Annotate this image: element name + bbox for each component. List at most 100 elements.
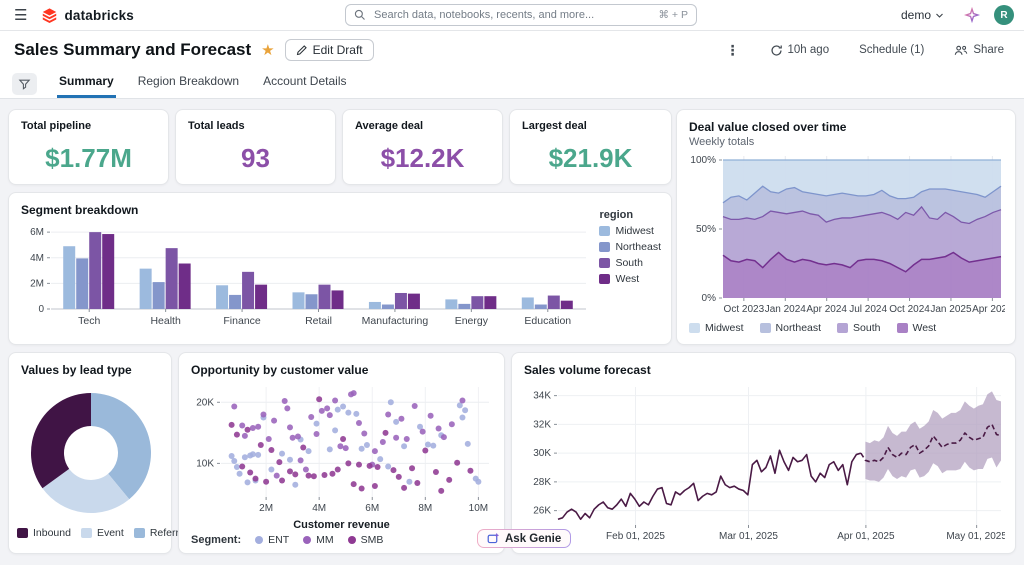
tab-summary[interactable]: Summary <box>57 69 116 98</box>
ask-genie-label: Ask Genie <box>505 533 561 545</box>
chart-subtitle: Weekly totals <box>677 134 1015 148</box>
svg-text:Apr 2024: Apr 2024 <box>806 304 847 315</box>
more-options-button[interactable]: ⋮ <box>720 41 746 60</box>
svg-text:Health: Health <box>150 315 181 327</box>
kpi-value: $1.77M <box>9 143 168 174</box>
workspace-name: demo <box>901 8 931 22</box>
deal-value-area-chart: 0% 50% 100% Oct 2023Jan 2024Apr 2024Jul 202… <box>689 152 1005 320</box>
svg-text:Apr 2025: Apr 2025 <box>972 304 1005 315</box>
chart-title: Values by lead type <box>9 353 171 377</box>
svg-text:Jul 2024: Jul 2024 <box>849 304 887 315</box>
lead-type-donut-chart <box>21 379 161 525</box>
lead-type-card: Values by lead type InboundEventReferral <box>8 352 172 554</box>
kpi-label: Average deal <box>343 110 502 132</box>
svg-text:Energy: Energy <box>455 315 489 327</box>
svg-text:Manufacturing: Manufacturing <box>362 315 429 327</box>
svg-text:Mar 01, 2025: Mar 01, 2025 <box>719 531 778 542</box>
kpi-label: Total pipeline <box>9 110 168 132</box>
chevron-down-icon <box>935 11 944 20</box>
workspace-selector[interactable]: demo <box>895 7 950 23</box>
legend-item-south: South <box>837 322 880 334</box>
legend-item-northeast: Northeast <box>760 322 822 334</box>
legend-item-west: West <box>599 273 661 285</box>
scatter-x-axis-label: Customer revenue <box>179 519 504 531</box>
ask-genie-button[interactable]: Ask Genie <box>477 529 571 548</box>
filter-funnel-icon <box>18 78 31 91</box>
svg-text:6M: 6M <box>365 503 379 514</box>
dashboard-titlebar: Sales Summary and Forecast ★ Edit Draft … <box>0 31 1024 69</box>
edit-draft-label: Edit Draft <box>313 43 363 57</box>
svg-text:20K: 20K <box>196 397 214 408</box>
legend-item-event: Event <box>81 527 124 539</box>
svg-text:30K: 30K <box>533 448 551 459</box>
svg-text:Finance: Finance <box>223 315 261 327</box>
svg-text:Oct 2023: Oct 2023 <box>724 304 765 315</box>
kpi-value: 93 <box>176 143 335 174</box>
share-people-icon <box>954 44 968 57</box>
refresh-button[interactable]: 10h ago <box>764 43 836 58</box>
svg-text:Education: Education <box>524 315 571 327</box>
opportunity-card: Opportunity by customer value 2M4M6M8M10… <box>178 352 505 554</box>
bar-chart-legend: regionMidwestNortheastSouthWest <box>599 209 661 289</box>
donut-legend: InboundEventReferral <box>9 525 171 541</box>
legend-item-inbound: Inbound <box>17 527 71 539</box>
svg-text:34K: 34K <box>533 391 551 402</box>
top-navbar: ☰ databricks ⌘ + P demo <box>0 0 1024 31</box>
svg-text:Retail: Retail <box>305 315 332 327</box>
kebab-icon: ⋮ <box>726 42 740 59</box>
kpi-value: $12.2K <box>343 143 502 174</box>
kpi-card-average-deal: Average deal $12.2K <box>342 109 503 185</box>
databricks-logo-icon <box>41 7 58 24</box>
refresh-icon <box>770 44 783 57</box>
svg-text:50%: 50% <box>696 224 716 235</box>
global-search[interactable]: ⌘ + P <box>345 4 697 26</box>
svg-text:Feb 01, 2025: Feb 01, 2025 <box>606 531 665 542</box>
legend-item-midwest: Midwest <box>689 322 744 334</box>
svg-text:4M: 4M <box>30 253 44 264</box>
legend-item-smb: SMB <box>348 534 384 546</box>
svg-text:Tech: Tech <box>78 315 100 327</box>
legend-item-northeast: Northeast <box>599 241 661 253</box>
svg-text:0%: 0% <box>702 293 717 304</box>
search-icon <box>354 9 366 21</box>
assistant-sparkle-icon[interactable] <box>964 7 980 23</box>
svg-text:26K: 26K <box>533 506 551 517</box>
tab-region-breakdown[interactable]: Region Breakdown <box>136 69 241 98</box>
user-avatar[interactable]: R <box>994 5 1014 25</box>
edit-draft-button[interactable]: Edit Draft <box>285 39 374 61</box>
legend-item-mm: MM <box>303 534 334 546</box>
share-label: Share <box>973 44 1004 56</box>
kpi-value: $21.9K <box>510 143 671 174</box>
svg-text:6M: 6M <box>30 227 44 238</box>
svg-text:Jan 2024: Jan 2024 <box>765 304 807 315</box>
hamburger-menu-icon[interactable]: ☰ <box>10 4 31 26</box>
deal-value-card: Deal value closed over time Weekly total… <box>676 109 1016 345</box>
tab-account-details[interactable]: Account Details <box>261 69 348 98</box>
svg-text:28K: 28K <box>533 477 551 488</box>
kpi-label: Largest deal <box>510 110 671 132</box>
svg-text:100%: 100% <box>690 155 716 166</box>
scatter-legend: Segment:ENTMMSMB <box>179 531 504 546</box>
kpi-card-total-pipeline: Total pipeline $1.77M <box>8 109 169 185</box>
genie-icon <box>487 532 500 545</box>
refresh-age-label: 10h ago <box>788 44 830 56</box>
area-chart-legend: MidwestNortheastSouthWest <box>677 320 1015 336</box>
chart-title: Segment breakdown <box>9 193 671 217</box>
svg-text:32K: 32K <box>533 419 551 430</box>
databricks-logo[interactable]: databricks <box>41 7 134 24</box>
opportunity-scatter-chart: 2M4M6M8M10M10K20K <box>191 379 494 519</box>
sales-forecast-line-chart: 26K 28K 30K 32K 34K Feb 01, 2025 Mar 01, 2025 A… <box>524 379 1005 549</box>
share-button[interactable]: Share <box>948 43 1010 58</box>
svg-text:Apr 01, 2025: Apr 01, 2025 <box>837 531 895 542</box>
svg-text:0: 0 <box>38 304 44 315</box>
kpi-label: Total leads <box>176 110 335 132</box>
svg-text:8M: 8M <box>418 503 432 514</box>
legend-item-south: South <box>599 257 661 269</box>
segment-breakdown-bar-chart: 02M4M6MTechHealthFinanceRetailManufactur… <box>21 219 661 337</box>
search-input[interactable] <box>372 8 653 22</box>
filters-button[interactable] <box>12 73 37 95</box>
favorite-star-icon[interactable]: ★ <box>261 41 274 59</box>
svg-text:May 01, 2025: May 01, 2025 <box>946 531 1005 542</box>
schedule-button[interactable]: Schedule (1) <box>853 43 930 57</box>
legend-item-midwest: Midwest <box>599 225 661 237</box>
